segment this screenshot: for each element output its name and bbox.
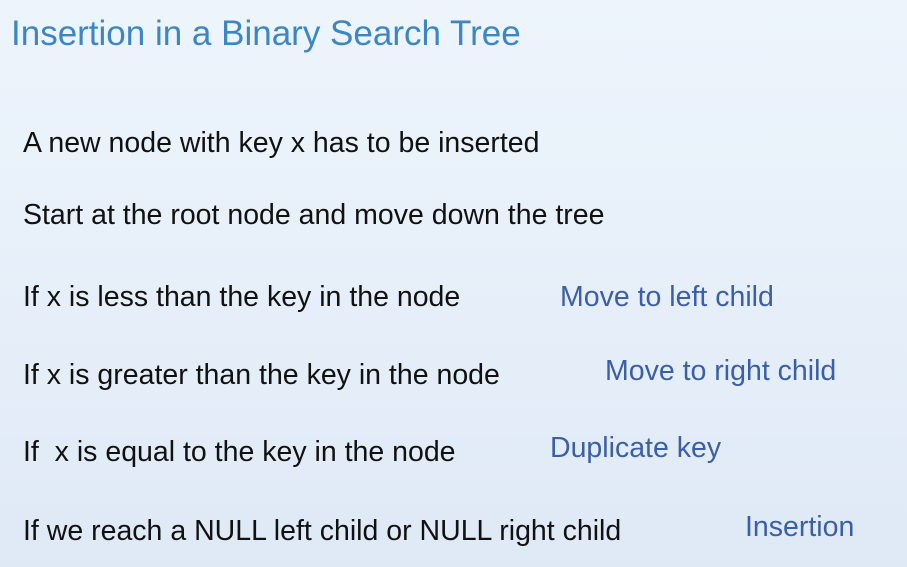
statement-null-child: If we reach a NULL left child or NULL ri… (23, 515, 622, 547)
statement-greater-than: If x is greater than the key in the node (23, 359, 500, 391)
statement-equal: If x is equal to the key in the node (23, 436, 456, 468)
result-move-right: Move to right child (605, 355, 837, 387)
statement-new-node: A new node with key x has to be inserted (23, 127, 540, 159)
statement-less-than: If x is less than the key in the node (23, 281, 461, 313)
result-duplicate-key: Duplicate key (550, 432, 722, 464)
result-move-left: Move to left child (560, 281, 774, 313)
statement-start-root: Start at the root node and move down the… (23, 199, 605, 231)
slide: Insertion in a Binary Search Tree A new … (0, 0, 907, 567)
result-insertion: Insertion (745, 511, 855, 543)
slide-title: Insertion in a Binary Search Tree (11, 14, 521, 53)
